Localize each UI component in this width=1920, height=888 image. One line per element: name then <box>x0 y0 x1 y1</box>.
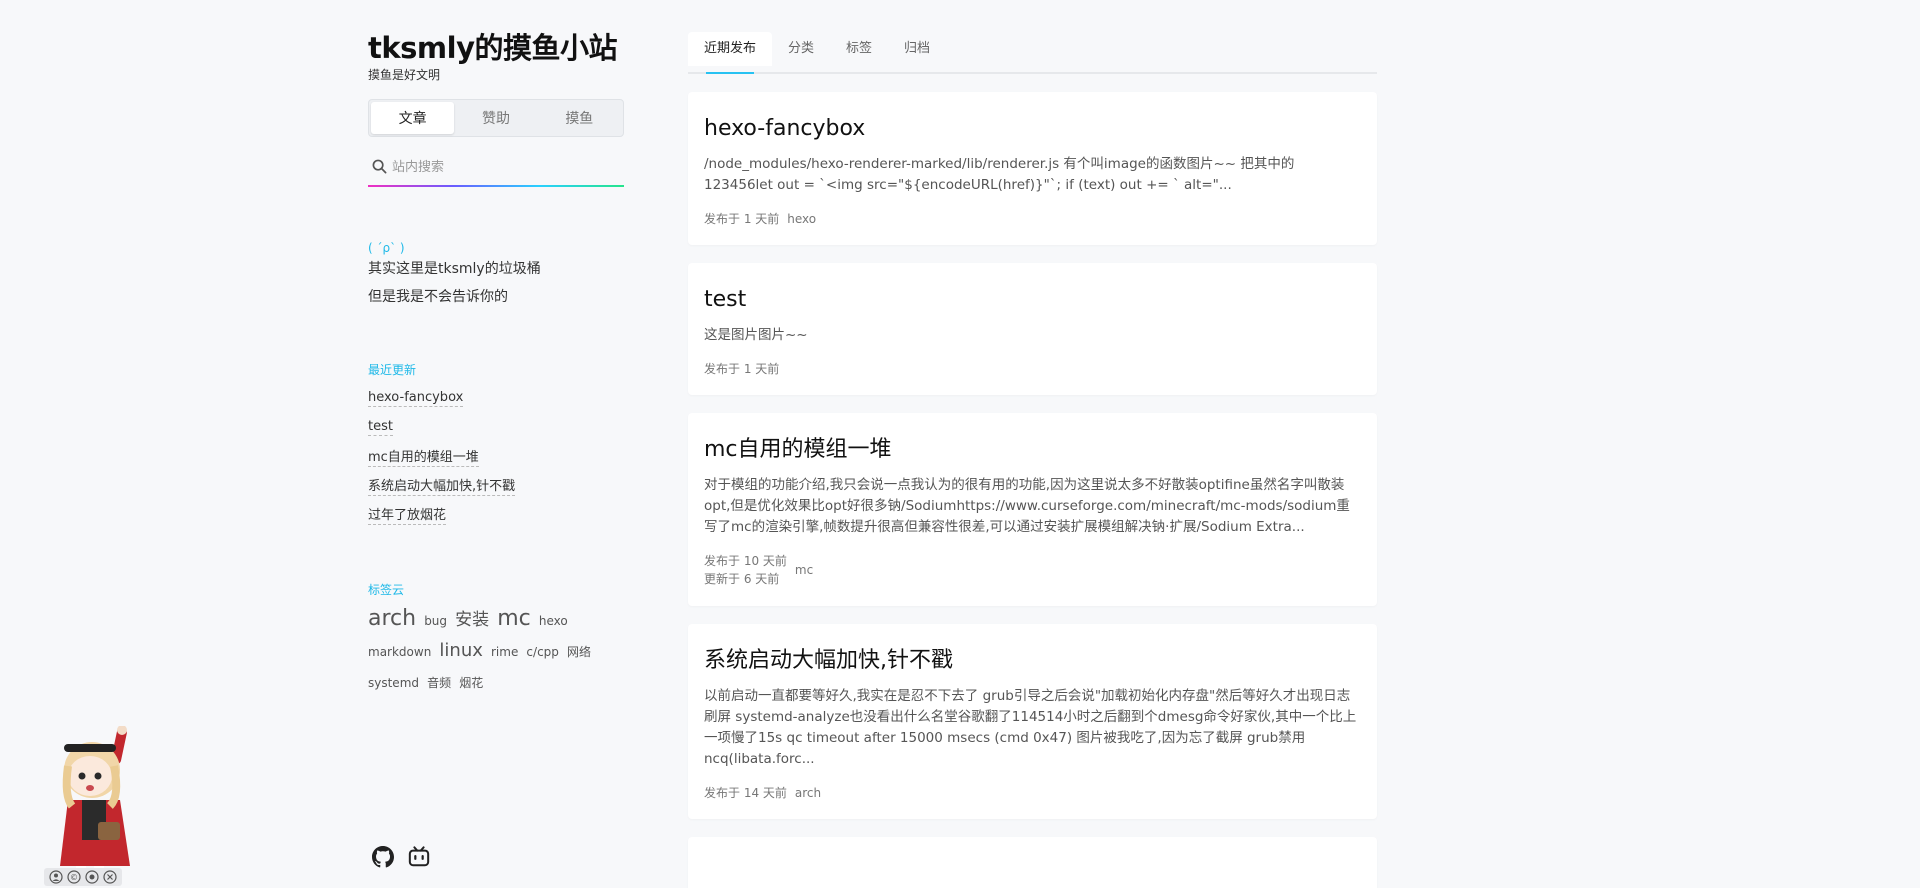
nav-segmented-control: 文章 赞助 摸鱼 <box>368 99 624 137</box>
sidebar: tksmly的摸鱼小站 摸鱼是好文明 文章 赞助 摸鱼 ( ´ρ` ) 其实这里… <box>368 28 624 698</box>
post-card[interactable]: 系统启动大幅加快,针不戳 以前启动一直都要等好久,我实在是忍不下去了 grub引… <box>688 624 1377 819</box>
post-card[interactable]: test 这是图片图片~~ 发布于 1 天前 <box>688 263 1377 395</box>
camera-icon[interactable] <box>85 870 99 884</box>
post-tag[interactable]: mc <box>795 563 813 577</box>
tag-cloud-item[interactable]: systemd <box>368 676 419 690</box>
post-published-date: 发布于 14 天前 <box>704 786 787 800</box>
live2d-mascot[interactable] <box>58 726 148 886</box>
main-content: 近期发布 分类 标签 归档 hexo-fancybox /node_module… <box>688 32 1377 888</box>
tag-cloud: 标签云 arch bug 安装 mc hexo markdown linux r… <box>368 581 624 698</box>
recent-updates-title: 最近更新 <box>368 363 417 377</box>
post-dates: 发布于 10 天前 更新于 6 天前 <box>704 552 787 588</box>
post-tag[interactable]: arch <box>795 786 821 800</box>
github-icon[interactable] <box>372 846 394 868</box>
post-title[interactable]: test <box>704 285 1361 315</box>
tab-tags[interactable]: 标签 <box>830 32 888 66</box>
recent-post-link[interactable]: mc自用的模组一堆 <box>368 446 479 467</box>
post-excerpt: /node_modules/hexo-renderer-marked/lib/r… <box>704 156 1295 193</box>
tag-cloud-item[interactable]: hexo <box>539 614 568 628</box>
tab-recent[interactable]: 近期发布 <box>688 32 773 74</box>
tab-categories[interactable]: 分类 <box>772 32 830 66</box>
svg-text:©: © <box>70 873 78 882</box>
social-links <box>372 846 430 868</box>
post-card[interactable]: hexo-fancybox /node_modules/hexo-rendere… <box>688 92 1377 245</box>
post-meta: 发布于 1 天前 hexo <box>704 210 1361 227</box>
post-tabs: 近期发布 分类 标签 归档 <box>688 32 1377 74</box>
tag-cloud-item[interactable]: bug <box>424 614 447 628</box>
close-icon[interactable] <box>103 870 117 884</box>
post-tag[interactable]: hexo <box>787 212 816 226</box>
nav-moyu-button[interactable]: 摸鱼 <box>538 102 621 134</box>
nav-sponsor-button[interactable]: 赞助 <box>454 102 537 134</box>
tag-cloud-item[interactable]: markdown <box>368 645 431 659</box>
tag-cloud-list: arch bug 安装 mc hexo markdown linux rime … <box>368 604 624 698</box>
post-card[interactable]: mc自用的模组一堆 对于模组的功能介绍,我只会说一点我认为的很有用的功能,因为这… <box>688 413 1377 606</box>
post-meta: 发布于 10 天前 更新于 6 天前 mc <box>704 552 1361 588</box>
post-title[interactable]: mc自用的模组一堆 <box>704 435 1361 465</box>
tab-archive[interactable]: 归档 <box>888 32 946 66</box>
search-box <box>368 149 624 185</box>
post-excerpt: 这是图片图片~~ <box>704 327 808 343</box>
post-title[interactable]: hexo-fancybox <box>704 114 1361 144</box>
post-updated-date: 更新于 6 天前 <box>704 572 780 586</box>
tag-cloud-item[interactable]: 音频 <box>427 676 451 690</box>
tag-cloud-item[interactable]: arch <box>368 606 416 631</box>
recent-post-link[interactable]: hexo-fancybox <box>368 390 464 407</box>
post-card[interactable] <box>688 837 1377 888</box>
tag-cloud-item[interactable]: linux <box>439 640 482 661</box>
recent-updates: 最近更新 hexo-fancybox test mc自用的模组一堆 系统启动大幅… <box>368 361 624 529</box>
search-icon <box>372 159 387 174</box>
search-input[interactable] <box>368 149 624 185</box>
post-published-date: 发布于 1 天前 <box>704 212 780 226</box>
info-icon[interactable]: © <box>67 870 81 884</box>
tag-cloud-item[interactable]: c/cpp <box>526 645 558 659</box>
bilibili-icon[interactable] <box>408 846 430 868</box>
post-excerpt: 以前启动一直都要等好久,我实在是忍不下去了 grub引导之后会说"加载初始化内存… <box>704 688 1357 767</box>
mascot-toolbar: © <box>44 868 122 886</box>
user-icon[interactable] <box>49 870 63 884</box>
post-meta: 发布于 14 天前 arch <box>704 784 1361 801</box>
about-line: 但是我是不会告诉你的 <box>368 289 508 305</box>
post-published-date: 发布于 10 天前 <box>704 554 787 568</box>
tag-cloud-item[interactable]: 烟花 <box>459 676 483 690</box>
tag-cloud-item[interactable]: 网络 <box>567 645 591 659</box>
post-meta: 发布于 1 天前 <box>704 360 1361 377</box>
site-title[interactable]: tksmly的摸鱼小站 <box>368 28 624 68</box>
nav-articles-button[interactable]: 文章 <box>371 102 455 134</box>
search-underline <box>368 185 624 187</box>
recent-post-link[interactable]: 过年了放烟花 <box>368 504 447 525</box>
site-subtitle: 摸鱼是好文明 <box>368 68 441 82</box>
tag-cloud-title: 标签云 <box>368 583 405 597</box>
about-kaomoji: ( ´ρ` ) <box>368 241 405 255</box>
tag-cloud-item[interactable]: 安装 <box>455 610 489 630</box>
recent-post-link[interactable]: test <box>368 419 393 436</box>
recent-post-link[interactable]: 系统启动大幅加快,针不戳 <box>368 475 516 496</box>
post-excerpt: 对于模组的功能介绍,我只会说一点我认为的很有用的功能,因为这里说太多不好散装op… <box>704 477 1350 535</box>
post-title[interactable]: 系统启动大幅加快,针不戳 <box>704 646 1361 676</box>
post-published-date: 发布于 1 天前 <box>704 362 780 376</box>
about-line: 其实这里是tksmly的垃圾桶 <box>368 261 541 277</box>
tag-cloud-item[interactable]: rime <box>491 645 518 659</box>
tag-cloud-item[interactable]: mc <box>497 606 531 631</box>
